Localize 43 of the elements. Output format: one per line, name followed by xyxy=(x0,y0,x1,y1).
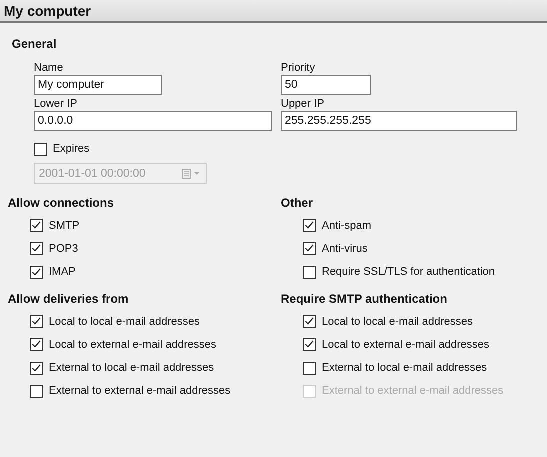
checkbox-label[interactable]: Require SSL/TLS for authentication xyxy=(322,266,496,278)
section-heading: Other xyxy=(281,196,314,210)
checkbox-label[interactable]: Anti-virus xyxy=(322,242,368,255)
field-label: Lower IP xyxy=(34,97,78,111)
checkbox[interactable] xyxy=(303,266,316,279)
section-heading: Allow deliveries from xyxy=(8,292,130,306)
calendar-icon xyxy=(182,168,202,178)
checkbox-label[interactable]: External to local e-mail addresses xyxy=(322,362,488,374)
checkbox[interactable] xyxy=(303,219,316,232)
page-title: My computer xyxy=(4,2,92,18)
checkbox[interactable] xyxy=(34,142,47,156)
checkbox[interactable] xyxy=(30,242,43,256)
field-label: Name xyxy=(34,61,64,75)
checkbox-label[interactable]: Local to external e-mail addresses xyxy=(49,338,217,351)
section-heading: Require SMTP authentication xyxy=(281,292,448,306)
name-input[interactable]: My computer xyxy=(34,75,162,95)
checkbox[interactable] xyxy=(30,219,43,232)
checkbox-label[interactable]: SMTP xyxy=(49,220,80,232)
checkbox-label[interactable]: Local to external e-mail addresses xyxy=(322,338,490,351)
checkbox-label[interactable]: Local to local e-mail addresses xyxy=(322,316,474,328)
checkbox-label[interactable]: Anti-spam xyxy=(322,220,372,232)
checkbox-label[interactable]: External to external e-mail addresses xyxy=(49,385,231,398)
checkbox-label[interactable]: Expires xyxy=(53,143,90,155)
checkbox-label[interactable]: External to local e-mail addresses xyxy=(49,362,214,374)
checkbox[interactable] xyxy=(30,338,43,352)
section-heading: General xyxy=(11,37,58,51)
checkbox-label[interactable]: Local to local e-mail addresses xyxy=(49,316,200,328)
checkbox[interactable] xyxy=(30,362,43,375)
section-heading: Allow connections xyxy=(8,196,116,210)
priority-input[interactable]: 50 xyxy=(281,75,371,95)
checkbox[interactable] xyxy=(303,362,316,375)
checkbox-label[interactable]: POP3 xyxy=(49,242,78,255)
checkbox[interactable] xyxy=(303,315,316,328)
checkbox-label[interactable]: IMAP xyxy=(49,266,76,278)
checkbox[interactable] xyxy=(30,266,43,279)
lower-ip-input[interactable]: 0.0.0.0 xyxy=(34,111,272,131)
checkbox[interactable] xyxy=(30,384,43,398)
checkbox[interactable] xyxy=(303,242,316,256)
field-label: Priority xyxy=(281,61,316,75)
checkbox[interactable] xyxy=(30,315,43,328)
upper-ip-input[interactable]: 255.255.255.255 xyxy=(281,111,517,131)
checkbox[interactable] xyxy=(303,338,316,352)
field-label: Upper IP xyxy=(281,97,324,111)
